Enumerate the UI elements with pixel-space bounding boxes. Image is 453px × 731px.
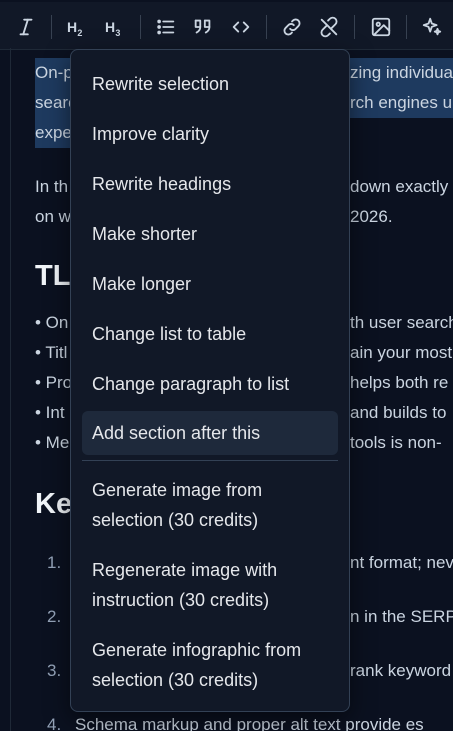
paragraph-text: 2026. [350,207,393,226]
bullet-item: • Titl [35,343,68,362]
ordered-item-text: rank keyword [350,661,452,680]
menu-item-line: selection (30 credits) [92,510,259,530]
menu-item-add-section[interactable]: Add section after this [82,411,338,455]
ordered-item-number: 4. [47,715,62,731]
menu-item-line: selection (30 credits) [92,670,259,690]
ordered-item-number: 3. [47,661,62,680]
menu-item-rewrite-headings[interactable]: Rewrite headings [82,169,338,199]
bullet-item-right: tools is non- [350,433,442,452]
menu-item-rewrite-selection[interactable]: Rewrite selection [82,69,338,99]
h2-sub: 2 [77,27,83,38]
bullet-item-right: th user search [350,313,453,332]
menu-item-line: Generate image from [92,480,263,500]
heading-3-button[interactable]: H3 [105,19,121,38]
menu-item-generate-image[interactable]: Generate image from selection (30 credit… [82,475,338,535]
menu-divider [82,460,338,461]
menu-item-line: Regenerate image with [92,560,278,580]
toolbar-divider [406,15,407,39]
h2-label: H [67,19,78,35]
selected-text-line-right: rch engines u [350,93,453,112]
menu-item-regenerate-image[interactable]: Regenerate image with instruction (30 cr… [82,555,338,615]
italic-icon[interactable] [15,16,37,38]
ordered-item-text: nt format; nev [350,553,453,572]
paragraph-text: down exactly [350,177,449,196]
link-icon[interactable] [281,16,303,38]
image-icon[interactable] [370,16,392,38]
bullet-item-right: helps both re [350,373,449,392]
bullet-item: • Me [35,433,70,452]
selected-text-line: On-p [35,63,73,82]
paragraph-text: on w [35,207,71,226]
ordered-item-text: Schema markup and proper alt text provid… [75,715,424,731]
unlink-icon[interactable] [318,16,340,38]
code-icon[interactable] [230,16,252,38]
ai-actions-menu: Rewrite selection Improve clarity Rewrit… [70,49,350,712]
menu-item-make-longer[interactable]: Make longer [82,269,338,299]
formatting-toolbar: H2 H3 [0,2,453,50]
toolbar-divider [51,15,52,39]
toolbar-divider [354,15,355,39]
menu-item-make-shorter[interactable]: Make shorter [82,219,338,249]
selected-text-line: expe [35,123,72,142]
h3-label: H [105,19,116,35]
quote-icon[interactable] [192,16,214,38]
menu-item-paragraph-to-list[interactable]: Change paragraph to list [82,369,338,399]
bullet-item-right: ain your most [350,343,453,362]
bullet-list-icon[interactable] [155,16,177,38]
bullet-item-right: and builds to [350,403,447,422]
bullet-item: • On [35,313,69,332]
menu-item-generate-infographic[interactable]: Generate infographic from selection (30 … [82,635,338,695]
menu-item-line: instruction (30 credits) [92,590,270,610]
ordered-item-number: 1. [47,553,62,572]
ordered-item-number: 2. [47,607,62,626]
toolbar-divider [140,15,141,39]
ai-sparkle-icon[interactable] [421,16,443,38]
h3-sub: 3 [115,27,121,38]
menu-item-list-to-table[interactable]: Change list to table [82,319,338,349]
selected-text-line-right: zing individua [350,63,453,82]
menu-item-improve-clarity[interactable]: Improve clarity [82,119,338,149]
editor-window: H2 H3 On-p zing individua searc rch engi… [0,0,453,731]
paragraph-text: In th [35,177,69,196]
bullet-item: • Int [35,403,65,422]
heading-2-button[interactable]: H2 [67,19,83,38]
menu-item-line: Generate infographic from [92,640,302,660]
bullet-item: • Pro [35,373,73,392]
toolbar-divider [266,15,267,39]
ordered-item-text: n in the SERP [350,607,453,626]
